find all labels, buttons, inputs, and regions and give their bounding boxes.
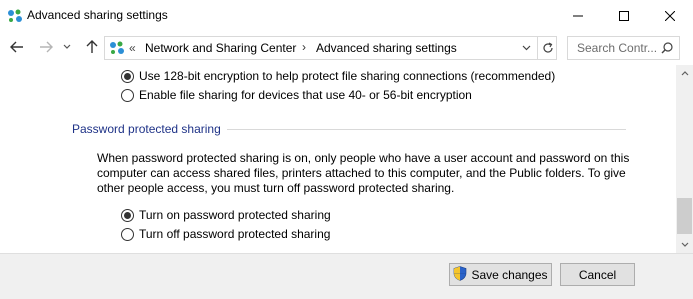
navigation-bar: « Network and Sharing Center › Advanced …: [0, 31, 693, 65]
search-placeholder: Search Contr...: [577, 41, 658, 55]
chevron-up-icon: [681, 71, 688, 76]
minimize-icon: [573, 15, 583, 16]
radio-40-56bit-encryption[interactable]: Enable file sharing for devices that use…: [121, 88, 472, 102]
breadcrumb-separator[interactable]: ›: [302, 40, 306, 54]
title-bar: Advanced sharing settings: [0, 0, 693, 31]
chevron-down-icon: [63, 44, 71, 49]
maximize-button[interactable]: [601, 0, 647, 31]
maximize-icon: [619, 10, 629, 21]
radio-label-turn-off: Turn off password protected sharing: [139, 227, 331, 241]
refresh-icon: [542, 42, 553, 53]
radio-label-40-56bit: Enable file sharing for devices that use…: [139, 88, 472, 102]
back-arrow-icon: [10, 41, 23, 53]
back-button[interactable]: [7, 37, 27, 57]
vertical-scrollbar[interactable]: [676, 65, 693, 253]
uac-shield-icon: [453, 265, 467, 284]
close-button[interactable]: [647, 0, 693, 31]
up-button[interactable]: [82, 37, 102, 57]
radio-label-turn-on: Turn on password protected sharing: [139, 208, 331, 222]
save-changes-label: Save changes: [471, 267, 548, 282]
recent-locations-button[interactable]: [60, 37, 74, 57]
radio-button[interactable]: [121, 88, 134, 102]
breadcrumb-advanced-sharing-settings[interactable]: Advanced sharing settings: [316, 41, 457, 55]
radio-label-128bit: Use 128-bit encryption to help protect f…: [139, 69, 556, 83]
scrollbar-thumb[interactable]: [677, 198, 692, 234]
address-bar[interactable]: « Network and Sharing Center › Advanced …: [104, 36, 557, 60]
address-dropdown-button[interactable]: [516, 37, 536, 59]
radio-button[interactable]: [121, 227, 134, 241]
minimize-button[interactable]: [555, 0, 601, 31]
up-arrow-icon: [86, 40, 98, 53]
window-title: Advanced sharing settings: [27, 8, 168, 22]
network-icon: [109, 41, 125, 55]
search-input[interactable]: Search Contr...: [567, 36, 680, 60]
radio-turn-on-password-sharing[interactable]: Turn on password protected sharing: [121, 208, 331, 222]
settings-content: Use 128-bit encryption to help protect f…: [0, 65, 676, 253]
chevron-down-icon: [522, 45, 530, 51]
radio-turn-off-password-sharing[interactable]: Turn off password protected sharing: [121, 227, 330, 241]
breadcrumb-network-sharing-center[interactable]: Network and Sharing Center: [145, 41, 296, 55]
scroll-down-button[interactable]: [676, 236, 693, 253]
radio-button-selected[interactable]: [121, 208, 134, 222]
scroll-up-button[interactable]: [676, 65, 693, 82]
chevron-down-icon: [681, 242, 688, 247]
radio-128bit-encryption[interactable]: Use 128-bit encryption to help protect f…: [121, 69, 555, 83]
network-app-icon: [7, 9, 23, 23]
password-sharing-description: When password protected sharing is on, o…: [97, 151, 630, 195]
section-divider: [227, 129, 626, 130]
search-icon: [661, 42, 673, 57]
forward-arrow-icon: [40, 41, 53, 53]
refresh-button[interactable]: [537, 37, 557, 59]
forward-button[interactable]: [36, 37, 56, 57]
breadcrumb-overflow[interactable]: «: [129, 41, 136, 55]
dialog-footer: Save changes Cancel: [0, 253, 693, 299]
radio-button-selected[interactable]: [121, 69, 134, 83]
close-icon: [665, 10, 675, 21]
section-heading-password-sharing: Password protected sharing: [72, 122, 221, 136]
cancel-button[interactable]: Cancel: [560, 263, 635, 286]
save-changes-button[interactable]: Save changes: [449, 263, 552, 286]
